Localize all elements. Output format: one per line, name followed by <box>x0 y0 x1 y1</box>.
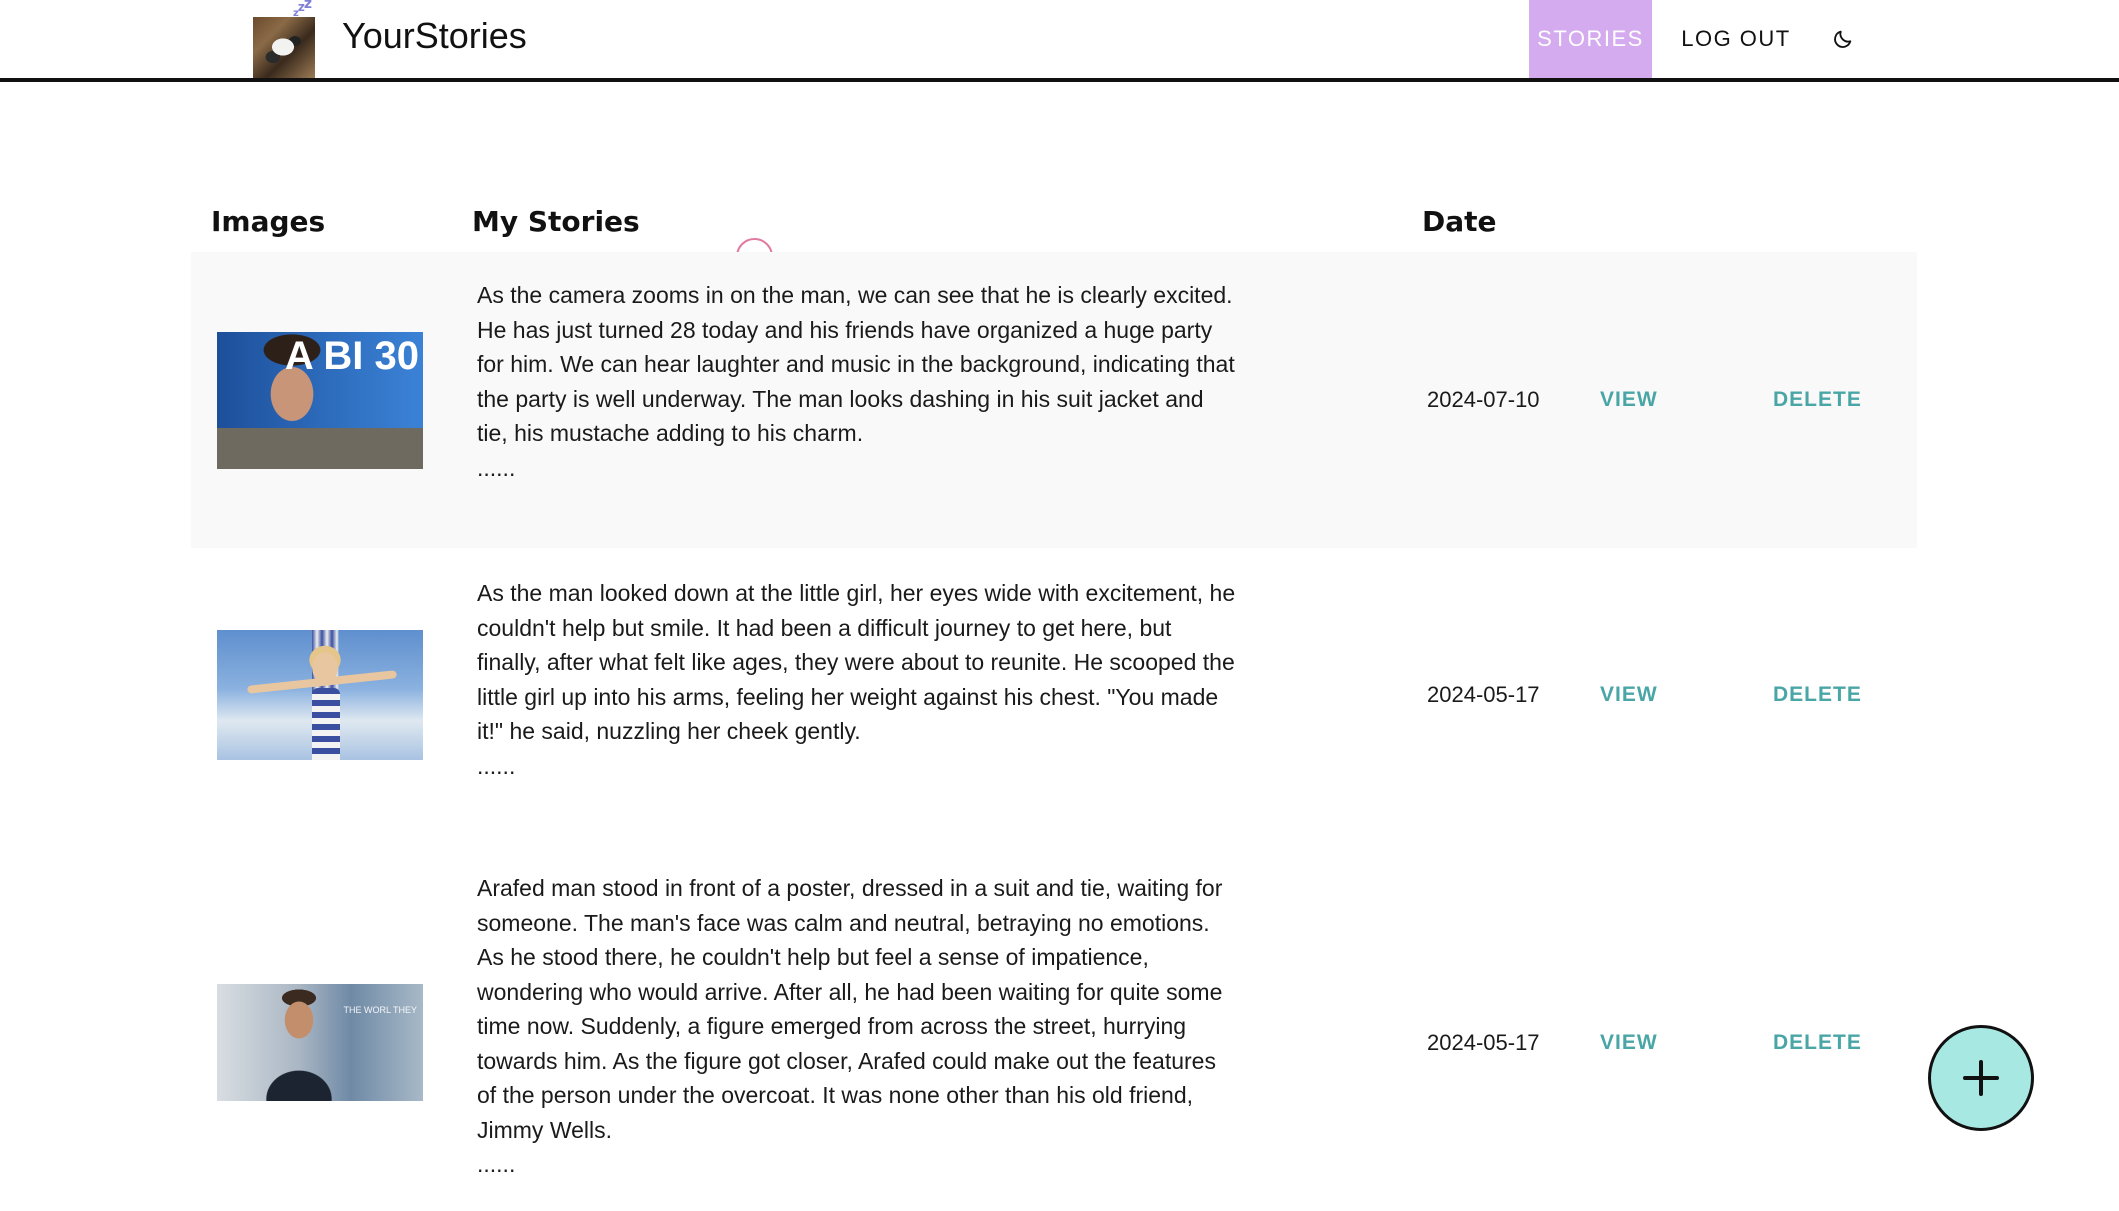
thumbnail-figure-body <box>312 688 340 760</box>
top-navbar: zzz YourStories STORIES LOG OUT <box>0 0 2119 82</box>
thumbnail-poster-text: A BI 30 <box>284 334 419 378</box>
table-row: THE WORL THEY Arafed man stood in front … <box>191 843 1917 1211</box>
zzz-icon: zzz <box>293 0 312 19</box>
story-date: 2024-05-17 <box>1427 1030 1540 1055</box>
sleeping-cat-avatar-icon <box>253 17 315 78</box>
delete-button[interactable]: DELETE <box>1773 680 1862 710</box>
story-body: As the camera zooms in on the man, we ca… <box>477 282 1235 446</box>
story-thumbnail[interactable]: A BI 30 <box>217 332 423 469</box>
plus-icon <box>1963 1060 1999 1096</box>
theme-toggle-button[interactable] <box>1826 22 1860 56</box>
story-thumbnail[interactable] <box>217 630 423 760</box>
story-text: As the man looked down at the little gir… <box>477 576 1237 783</box>
story-text: As the camera zooms in on the man, we ca… <box>477 278 1237 485</box>
logo[interactable]: zzz <box>253 0 315 78</box>
nav-logout-link[interactable]: LOG OUT <box>1662 0 1810 78</box>
story-body: As the man looked down at the little gir… <box>477 580 1236 744</box>
story-date: 2024-07-10 <box>1427 387 1540 412</box>
story-ellipsis: ...... <box>477 1151 516 1177</box>
story-ellipsis: ...... <box>477 752 516 779</box>
thumbnail-poster-text: THE WORL THEY <box>343 1005 417 1015</box>
column-header-date: Date <box>1422 205 1497 238</box>
delete-button[interactable]: DELETE <box>1773 385 1862 415</box>
story-date: 2024-05-17 <box>1427 682 1540 707</box>
story-text: Arafed man stood in front of a poster, d… <box>477 871 1237 1182</box>
column-header-images: Images <box>211 205 326 238</box>
moon-icon <box>1834 30 1852 48</box>
view-button[interactable]: VIEW <box>1600 385 1658 415</box>
view-button[interactable]: VIEW <box>1600 1028 1658 1058</box>
column-header-my-stories: My Stories <box>472 205 640 238</box>
nav-stories-link[interactable]: STORIES <box>1529 0 1652 78</box>
story-body: Arafed man stood in front of a poster, d… <box>477 875 1223 1143</box>
table-row: As the man looked down at the little gir… <box>191 548 1917 843</box>
delete-button[interactable]: DELETE <box>1773 1028 1862 1058</box>
view-button[interactable]: VIEW <box>1600 680 1658 710</box>
table-row: A BI 30 As the camera zooms in on the ma… <box>191 252 1917 548</box>
story-thumbnail[interactable]: THE WORL THEY <box>217 984 423 1101</box>
brand-title[interactable]: YourStories <box>342 14 527 58</box>
story-ellipsis: ...... <box>477 454 516 481</box>
add-story-button[interactable] <box>1928 1025 2034 1131</box>
